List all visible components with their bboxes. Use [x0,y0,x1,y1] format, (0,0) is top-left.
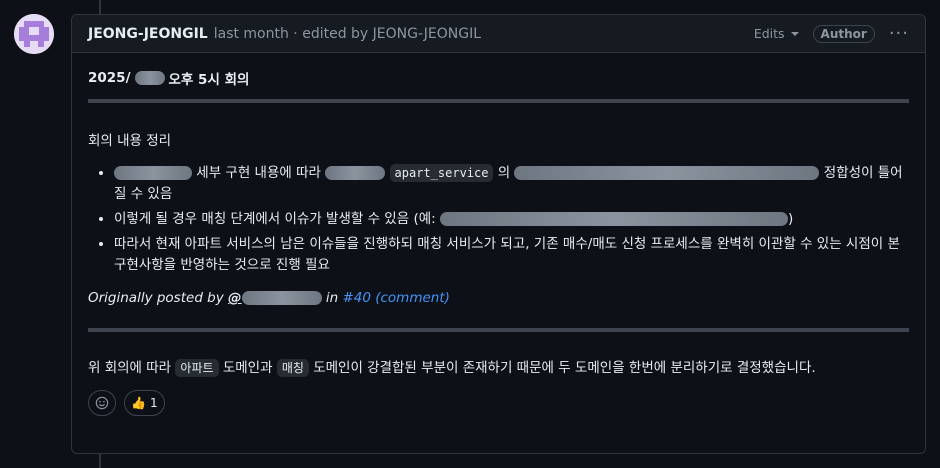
posted-prefix: Originally posted by [88,290,224,306]
avatar[interactable] [14,14,54,54]
list-item-text: ) [787,211,794,227]
list-item-text: 이렇게 될 경우 매칭 단계에서 이슈가 발생할 수 있음 (예: [114,211,436,227]
edits-dropdown[interactable]: Edits [754,26,799,41]
divider [88,328,909,332]
list-item-text: 따라서 현재 아파트 서비스의 남은 이슈들을 진행하되 매칭 서비스가 되고,… [114,236,900,273]
thumbs-up-reaction[interactable]: 👍 1 [124,390,165,416]
conclusion-part: 도메인과 [222,360,273,376]
user-mention[interactable]: @ [228,290,322,306]
redacted-text [514,166,820,180]
list-item: 이렇게 될 경우 매칭 단계에서 이슈가 발생할 수 있음 (예: ) [114,209,909,230]
title-prefix: 2025/ [88,70,131,86]
conclusion-part: 위 회의에 따라 [88,360,172,376]
comment-card: JEONG-JEONGIL last month · edited by JEO… [71,14,926,454]
conclusion-text: 위 회의에 따라 아파트 도메인과 매칭 도메인이 강결합된 부분이 존재하기 … [88,356,909,377]
comment-link[interactable]: #40 (comment) [342,290,449,306]
add-reaction-button[interactable] [88,390,116,416]
inline-code: 매칭 [276,359,309,377]
divider [88,99,909,103]
comment-meta[interactable]: last month · edited by JEONG-JEONGIL [214,26,481,42]
section-heading: 회의 내용 정리 [88,133,172,149]
posted-in: in [325,290,339,306]
redacted-text [241,291,322,305]
comment-author[interactable]: JEONG-JEONGIL [88,26,208,42]
inline-code: 아파트 [175,359,219,377]
mention-at: @ [228,290,242,306]
identicon-icon [14,14,54,54]
smiley-icon [95,396,109,410]
list-item-text: 의 [497,165,511,181]
redacted-text [114,166,192,180]
thumbs-up-icon: 👍 [131,396,146,410]
chevron-down-icon [790,31,799,36]
meeting-title: 2025/ 오후 5시 회의 [88,67,909,89]
title-suffix: 오후 5시 회의 [168,72,250,88]
author-badge: Author [812,24,875,43]
list-item: 따라서 현재 아파트 서비스의 남은 이슈들을 진행하되 매칭 서비스가 되고,… [114,234,909,276]
comment-body: 2025/ 오후 5시 회의 회의 내용 정리 세부 구현 내용에 따라 apa… [72,53,925,416]
redacted-text [439,212,788,226]
redacted-text [325,166,386,180]
edits-label: Edits [753,26,785,41]
reaction-count: 1 [149,396,158,410]
bullet-list: 세부 구현 내용에 따라 apart_service 의 정합성이 틀어질 수 … [88,163,909,276]
list-item: 세부 구현 내용에 따라 apart_service 의 정합성이 틀어질 수 … [114,163,909,205]
conclusion-part: 도메인이 강결합된 부분이 존재하기 때문에 두 도메인을 한번에 분리하기로 … [313,360,816,376]
comment-header: JEONG-JEONGIL last month · edited by JEO… [72,15,925,53]
redacted-text [134,71,165,85]
list-item-text: 세부 구현 내용에 따라 [196,165,321,181]
originally-posted: Originally posted by @ in #40 (comment) [88,290,909,306]
more-options-icon[interactable]: ··· [889,24,909,42]
inline-code: apart_service [389,164,494,182]
reactions-bar: 👍 1 [88,390,909,416]
